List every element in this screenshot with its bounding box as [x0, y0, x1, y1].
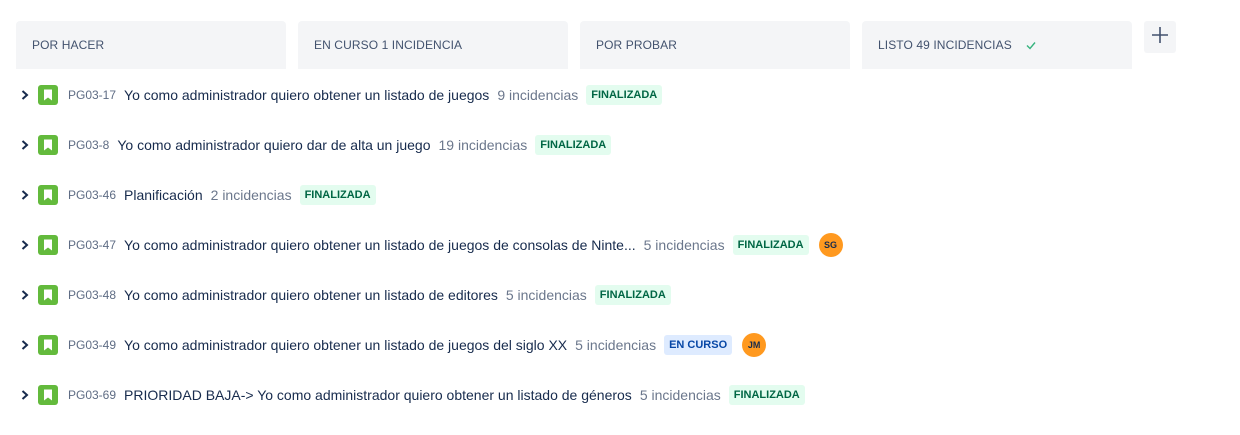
kanban-board: POR HACER EN CURSO 1 INCIDENCIA POR PROB… [0, 0, 1240, 435]
swimlane-row[interactable]: PG03-48 Yo como administrador quiero obte… [18, 283, 671, 307]
issue-summary[interactable]: Planificación [124, 187, 203, 203]
chevron-right-icon[interactable] [18, 88, 32, 102]
subtask-count: 5 incidencias [639, 387, 721, 403]
subtask-count: 5 incidencias [505, 287, 587, 303]
column-header-por-probar[interactable]: POR PROBAR [580, 21, 850, 69]
story-icon [38, 135, 58, 155]
column-header-por-hacer[interactable]: POR HACER [16, 21, 286, 69]
check-icon [1026, 41, 1036, 50]
issue-key-link[interactable]: PG03-69 [68, 388, 116, 402]
status-badge: FINALIZADA [594, 285, 671, 305]
subtask-count: 2 incidencias [210, 187, 292, 203]
column-title: POR HACER [32, 38, 105, 52]
status-badge: FINALIZADA [535, 135, 612, 155]
swimlane-row[interactable]: PG03-17 Yo como administrador quiero obte… [18, 83, 663, 107]
issue-summary[interactable]: Yo como administrador quiero obtener un … [124, 337, 567, 353]
issue-summary[interactable]: Yo como administrador quiero obtener un … [124, 87, 489, 103]
swimlane-row[interactable]: PG03-49 Yo como administrador quiero obte… [18, 333, 767, 357]
issue-summary[interactable]: Yo como administrador quiero obtener un … [124, 287, 498, 303]
chevron-right-icon[interactable] [18, 138, 32, 152]
chevron-right-icon[interactable] [18, 238, 32, 252]
issue-key-link[interactable]: PG03-48 [68, 288, 116, 302]
plus-icon [1151, 26, 1169, 49]
swimlane-row[interactable]: PG03-8 Yo como administrador quiero dar d… [18, 133, 612, 157]
column-title: EN CURSO 1 INCIDENCIA [314, 38, 463, 52]
subtask-count: 5 incidencias [575, 337, 657, 353]
issue-key-link[interactable]: PG03-8 [68, 138, 109, 152]
swimlane-row[interactable]: PG03-69 PRIORIDAD BAJA-> Yo como administ… [18, 383, 805, 407]
status-badge: FINALIZADA [586, 85, 663, 105]
status-badge: FINALIZADA [299, 185, 376, 205]
story-icon [38, 385, 58, 405]
status-badge: EN CURSO [664, 335, 733, 355]
column-title: LISTO 49 INCIDENCIAS [878, 38, 1012, 52]
avatar[interactable]: JM [742, 333, 767, 357]
status-badge: FINALIZADA [732, 235, 809, 255]
avatar[interactable]: SG [818, 233, 843, 257]
issue-key-link[interactable]: PG03-46 [68, 188, 116, 202]
swimlane-row[interactable]: PG03-47 Yo como administrador quiero obte… [18, 233, 843, 257]
chevron-right-icon[interactable] [18, 188, 32, 202]
story-icon [38, 335, 58, 355]
issue-key-link[interactable]: PG03-17 [68, 88, 116, 102]
issue-summary[interactable]: PRIORIDAD BAJA-> Yo como administrador q… [124, 387, 632, 403]
issue-key-link[interactable]: PG03-49 [68, 338, 116, 352]
story-icon [38, 185, 58, 205]
subtask-count: 9 incidencias [497, 87, 579, 103]
status-badge: FINALIZADA [728, 385, 805, 405]
story-icon [38, 85, 58, 105]
chevron-right-icon[interactable] [18, 388, 32, 402]
subtask-count: 5 incidencias [643, 237, 725, 253]
swimlane-row[interactable]: PG03-46 Planificación 2 incidencias FINALIZ… [18, 183, 376, 207]
story-icon [38, 285, 58, 305]
issue-summary[interactable]: Yo como administrador quiero obtener un … [124, 237, 636, 253]
column-header-en-curso[interactable]: EN CURSO 1 INCIDENCIA [298, 21, 568, 69]
subtask-count: 19 incidencias [438, 137, 528, 153]
chevron-right-icon[interactable] [18, 338, 32, 352]
add-column-button[interactable] [1144, 21, 1176, 53]
column-header-listo[interactable]: LISTO 49 INCIDENCIAS [862, 21, 1132, 69]
chevron-right-icon[interactable] [18, 288, 32, 302]
issue-key-link[interactable]: PG03-47 [68, 238, 116, 252]
column-title: POR PROBAR [596, 38, 678, 52]
issue-summary[interactable]: Yo como administrador quiero dar de alta… [117, 137, 430, 153]
story-icon [38, 235, 58, 255]
